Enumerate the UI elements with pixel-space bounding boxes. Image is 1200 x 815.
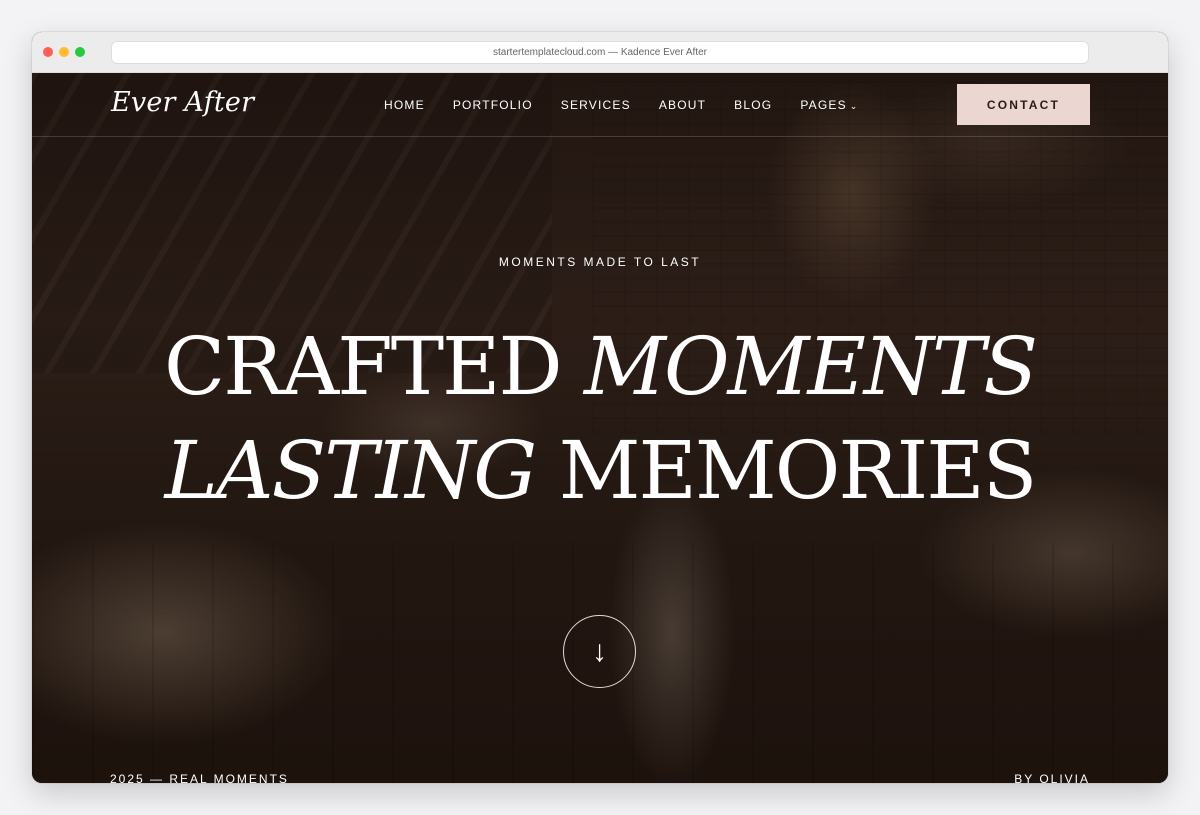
nav-item-home[interactable]: HOME xyxy=(384,97,425,113)
chevron-down-icon: ⌄ xyxy=(849,101,859,111)
minimize-window-button[interactable] xyxy=(59,47,69,57)
arrow-down-icon: ↓ xyxy=(592,635,607,668)
site-logo[interactable]: Ever After xyxy=(111,87,254,118)
hero-footer-left: 2025 — REAL MOMENTS xyxy=(110,772,289,783)
headline-word-crafted: CRAFTED xyxy=(163,320,563,413)
nav-item-services[interactable]: SERVICES xyxy=(561,97,631,113)
nav-item-pages-label: PAGES xyxy=(800,98,847,112)
nav-item-pages[interactable]: PAGES ⌄ xyxy=(800,97,858,113)
hero-eyebrow: MOMENTS MADE TO LAST xyxy=(498,255,702,269)
contact-button[interactable]: CONTACT xyxy=(957,84,1090,125)
main-menu: HOME PORTFOLIO SERVICES ABOUT BLOG PAGES… xyxy=(384,97,887,113)
nav-item-about[interactable]: ABOUT xyxy=(659,97,706,113)
headline-word-lasting: LASTING xyxy=(164,424,538,517)
browser-window: startertemplatecloud.com — Kadence Ever … xyxy=(32,32,1168,783)
headline-line-2: LASTING MEMORIES xyxy=(32,419,1168,523)
nav-item-portfolio[interactable]: PORTFOLIO xyxy=(453,97,533,113)
address-bar[interactable]: startertemplatecloud.com — Kadence Ever … xyxy=(111,41,1089,64)
hero-section: Ever After HOME PORTFOLIO SERVICES ABOUT… xyxy=(32,73,1168,783)
browser-chrome: startertemplatecloud.com — Kadence Ever … xyxy=(32,32,1168,73)
headline-line-1: CRAFTED MOMENTS xyxy=(32,315,1168,419)
hero-footer-right: BY OLIVIA GRANT xyxy=(1014,772,1090,783)
hero-headline: CRAFTED MOMENTS LASTING MEMORIES xyxy=(32,315,1168,523)
scroll-down-button[interactable]: ↓ xyxy=(563,615,636,688)
close-window-button[interactable] xyxy=(43,47,53,57)
nav-item-blog[interactable]: BLOG xyxy=(734,97,772,113)
site-header: Ever After HOME PORTFOLIO SERVICES ABOUT… xyxy=(32,73,1168,137)
headline-word-moments: MOMENTS xyxy=(584,320,1038,413)
headline-word-memories: MEMORIES xyxy=(558,424,1038,517)
maximize-window-button[interactable] xyxy=(75,47,85,57)
